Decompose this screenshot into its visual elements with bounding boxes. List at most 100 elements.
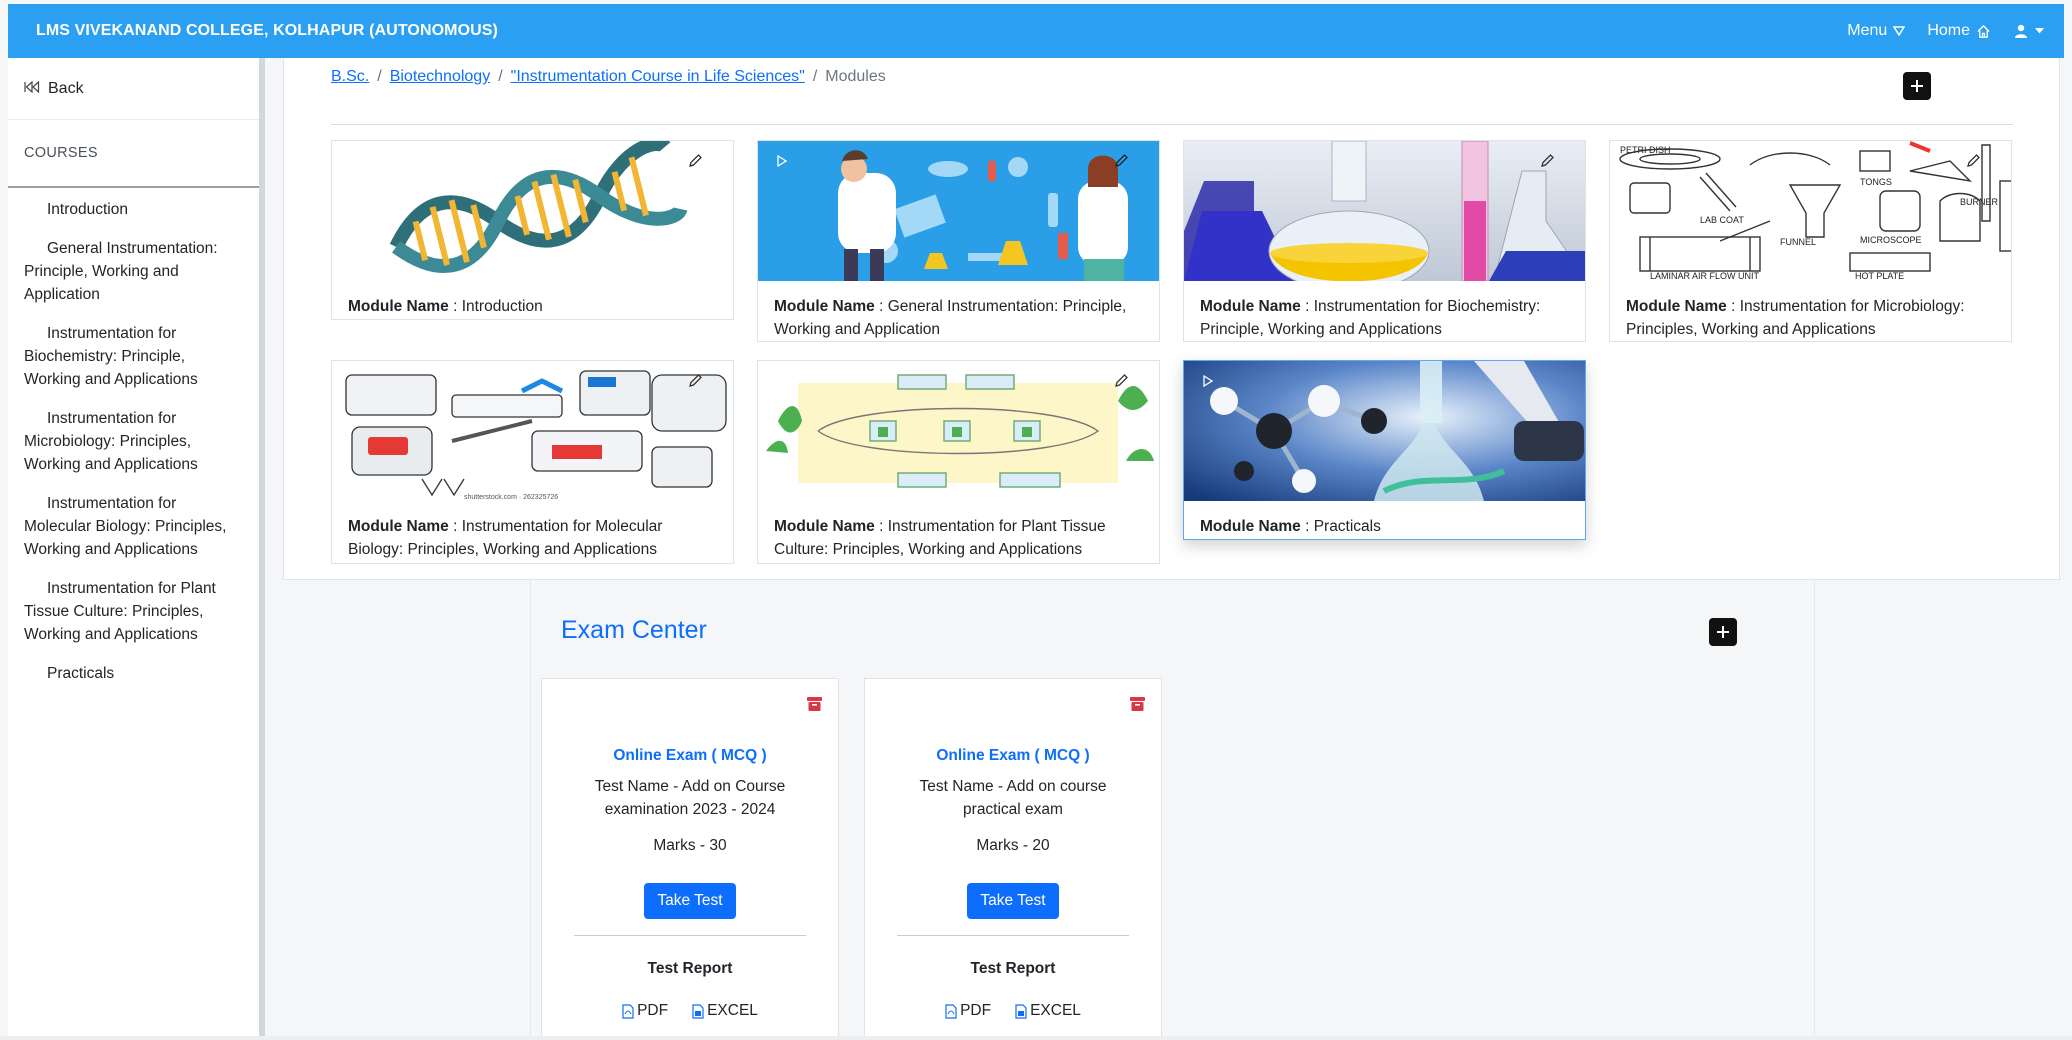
svg-text:LAB COAT: LAB COAT <box>1700 215 1744 225</box>
exam-type: Online Exam ( MCQ ) <box>613 747 767 764</box>
breadcrumb-separator: / <box>812 68 818 85</box>
module-name: Module Name : Instrumentation for Bioche… <box>1200 298 1541 338</box>
add-module-button[interactable] <box>1903 72 1931 100</box>
sidebar-item-biochemistry[interactable]: Instrumentation for Biochemistry: Princi… <box>8 322 259 391</box>
module-card[interactable]: Module Name : Instrumentation for Plant … <box>757 360 1160 564</box>
top-navbar: LMS VIVEKANAND COLLEGE, KOLHAPUR (AUTONO… <box>8 4 2064 58</box>
pencil-icon[interactable] <box>685 151 705 171</box>
pencil-icon[interactable] <box>685 371 705 391</box>
module-name-label: Module Name <box>1200 298 1301 315</box>
module-name-label: Module Name <box>1626 298 1727 315</box>
home-icon <box>1976 24 1991 39</box>
exam-marks: Marks - 30 <box>653 837 727 854</box>
module-name: Module Name : Instrumentation for Microb… <box>1626 298 1965 338</box>
breadcrumb-separator: / <box>377 68 382 85</box>
sidebar-heading: COURSES <box>8 120 259 188</box>
back-label: Back <box>48 79 84 97</box>
breadcrumb-biotechnology[interactable]: Biotechnology <box>390 68 491 86</box>
test-report-title: Test Report <box>647 960 733 977</box>
module-name-value: Introduction <box>461 298 543 315</box>
colored-flasks-photo <box>1184 141 1585 281</box>
exam-test-name: Test Name - Add on course practical exam <box>919 778 1107 818</box>
pdf-report-link[interactable]: PDF <box>945 1002 991 1020</box>
module-name-label: Module Name <box>774 298 875 315</box>
user-menu[interactable] <box>2013 23 2044 39</box>
caret-down-icon <box>2035 28 2044 34</box>
exam-card: Online Exam ( MCQ ) Test Name - Add on c… <box>864 678 1162 1040</box>
divider <box>574 935 806 936</box>
molecules-and-microscope-photo <box>1184 361 1585 501</box>
module-card[interactable]: Module Name : Introduction <box>331 140 734 320</box>
plant-tissue-culture-diagram <box>758 361 1159 501</box>
home-link[interactable]: Home <box>1927 22 1991 40</box>
pencil-icon[interactable] <box>1111 151 1131 171</box>
pencil-icon[interactable] <box>1111 371 1131 391</box>
exam-center-title: Exam Center <box>561 616 707 644</box>
excel-report-link[interactable]: EXCEL <box>692 1002 758 1020</box>
module-name: Module Name : Instrumentation for Molecu… <box>348 518 663 558</box>
module-card[interactable]: Module Name : Instrumentation for Bioche… <box>1183 140 1586 342</box>
sidebar-item-practicals[interactable]: Practicals <box>8 662 259 685</box>
add-exam-button[interactable] <box>1709 618 1737 646</box>
molecular-biology-devices-sketch: shutterstock.com · 262325726 <box>332 361 733 501</box>
breadcrumb-bsc[interactable]: B.Sc. <box>331 68 369 86</box>
pdf-label: PDF <box>960 1002 992 1019</box>
module-name-label: Module Name <box>1200 518 1301 535</box>
take-test-button[interactable]: Take Test <box>644 883 736 919</box>
user-icon <box>2013 23 2029 39</box>
sidebar-item-microbiology[interactable]: Instrumentation for Microbiology: Princi… <box>8 407 259 476</box>
plus-icon <box>1911 80 1923 92</box>
module-name-label: Module Name <box>348 298 449 315</box>
trash-icon[interactable] <box>1130 697 1145 716</box>
exam-center: Exam Center Online Exam ( MCQ ) Test Nam… <box>530 580 1815 1040</box>
module-card[interactable]: Module Name : General Instrumentation: P… <box>757 140 1160 342</box>
page-bottom-edge <box>0 1036 2072 1040</box>
app-brand[interactable]: LMS VIVEKANAND COLLEGE, KOLHAPUR (AUTONO… <box>36 22 498 40</box>
take-test-button[interactable]: Take Test <box>967 883 1059 919</box>
test-report-title: Test Report <box>970 960 1056 977</box>
module-name-label: Module Name <box>348 518 449 535</box>
plus-icon <box>1717 626 1729 638</box>
scientists-with-lab-instruments <box>758 141 1159 281</box>
rewind-icon <box>24 80 40 98</box>
trash-icon[interactable] <box>807 697 822 716</box>
navbar-right: Menu Home <box>1847 22 2044 40</box>
play-icon[interactable] <box>772 151 792 171</box>
svg-text:MICROSCOPE: MICROSCOPE <box>1860 235 1922 245</box>
menu-label: Menu <box>1847 22 1888 39</box>
breadcrumb-course[interactable]: "Instrumentation Course in Life Sciences… <box>511 68 805 86</box>
exam-test-name: Test Name - Add on Course examination 20… <box>594 778 786 818</box>
play-icon[interactable] <box>1198 371 1218 391</box>
svg-text:HOT PLATE: HOT PLATE <box>1855 271 1904 281</box>
sidebar-item-plant-tissue-culture[interactable]: Instrumentation for Plant Tissue Culture… <box>8 577 259 646</box>
triangle-down-icon <box>1893 26 1906 36</box>
back-button[interactable]: Back <box>8 58 259 120</box>
excel-report-link[interactable]: EXCEL <box>1015 1002 1081 1020</box>
sidebar-item-molecular-biology[interactable]: Instrumentation for Molecular Biology: P… <box>8 492 259 561</box>
pencil-icon[interactable] <box>1963 151 1983 171</box>
module-card[interactable]: PETRI DISH TONGS FUNNEL LAB COAT MICROSCOPE… <box>1609 140 2012 342</box>
report-links: PDF EXCEL <box>865 1002 1161 1020</box>
course-module-list: Introduction General Instrumentation: Pr… <box>8 188 259 685</box>
module-card[interactable]: Module Name : Practicals <box>1183 360 1586 540</box>
pdf-report-link[interactable]: PDF <box>622 1002 668 1020</box>
pencil-icon[interactable] <box>1537 151 1557 171</box>
menu-dropdown[interactable]: Menu <box>1847 22 1906 40</box>
svg-text:BURNER: BURNER <box>1960 197 1999 207</box>
divider <box>897 935 1129 936</box>
sidebar-item-general-instrumentation[interactable]: General Instrumentation: Principle, Work… <box>8 237 259 306</box>
divider <box>331 124 2013 125</box>
exam-card: Online Exam ( MCQ ) Test Name - Add on C… <box>541 678 839 1040</box>
exam-marks: Marks - 20 <box>976 837 1050 854</box>
course-sidebar: Back COURSES Introduction General Instru… <box>8 58 265 1036</box>
module-name: Module Name : Introduction <box>348 298 543 315</box>
module-name: Module Name : Practicals <box>1200 518 1381 535</box>
home-label: Home <box>1927 22 1970 39</box>
module-card[interactable]: shutterstock.com · 262325726 Module Name… <box>331 360 734 564</box>
excel-label: EXCEL <box>707 1002 758 1019</box>
breadcrumb-current: Modules <box>825 68 886 85</box>
sidebar-item-introduction[interactable]: Introduction <box>8 198 259 221</box>
svg-text:LAMINAR AIR FLOW UNIT: LAMINAR AIR FLOW UNIT <box>1650 271 1760 281</box>
excel-label: EXCEL <box>1030 1002 1081 1019</box>
breadcrumb-separator: / <box>498 68 503 85</box>
